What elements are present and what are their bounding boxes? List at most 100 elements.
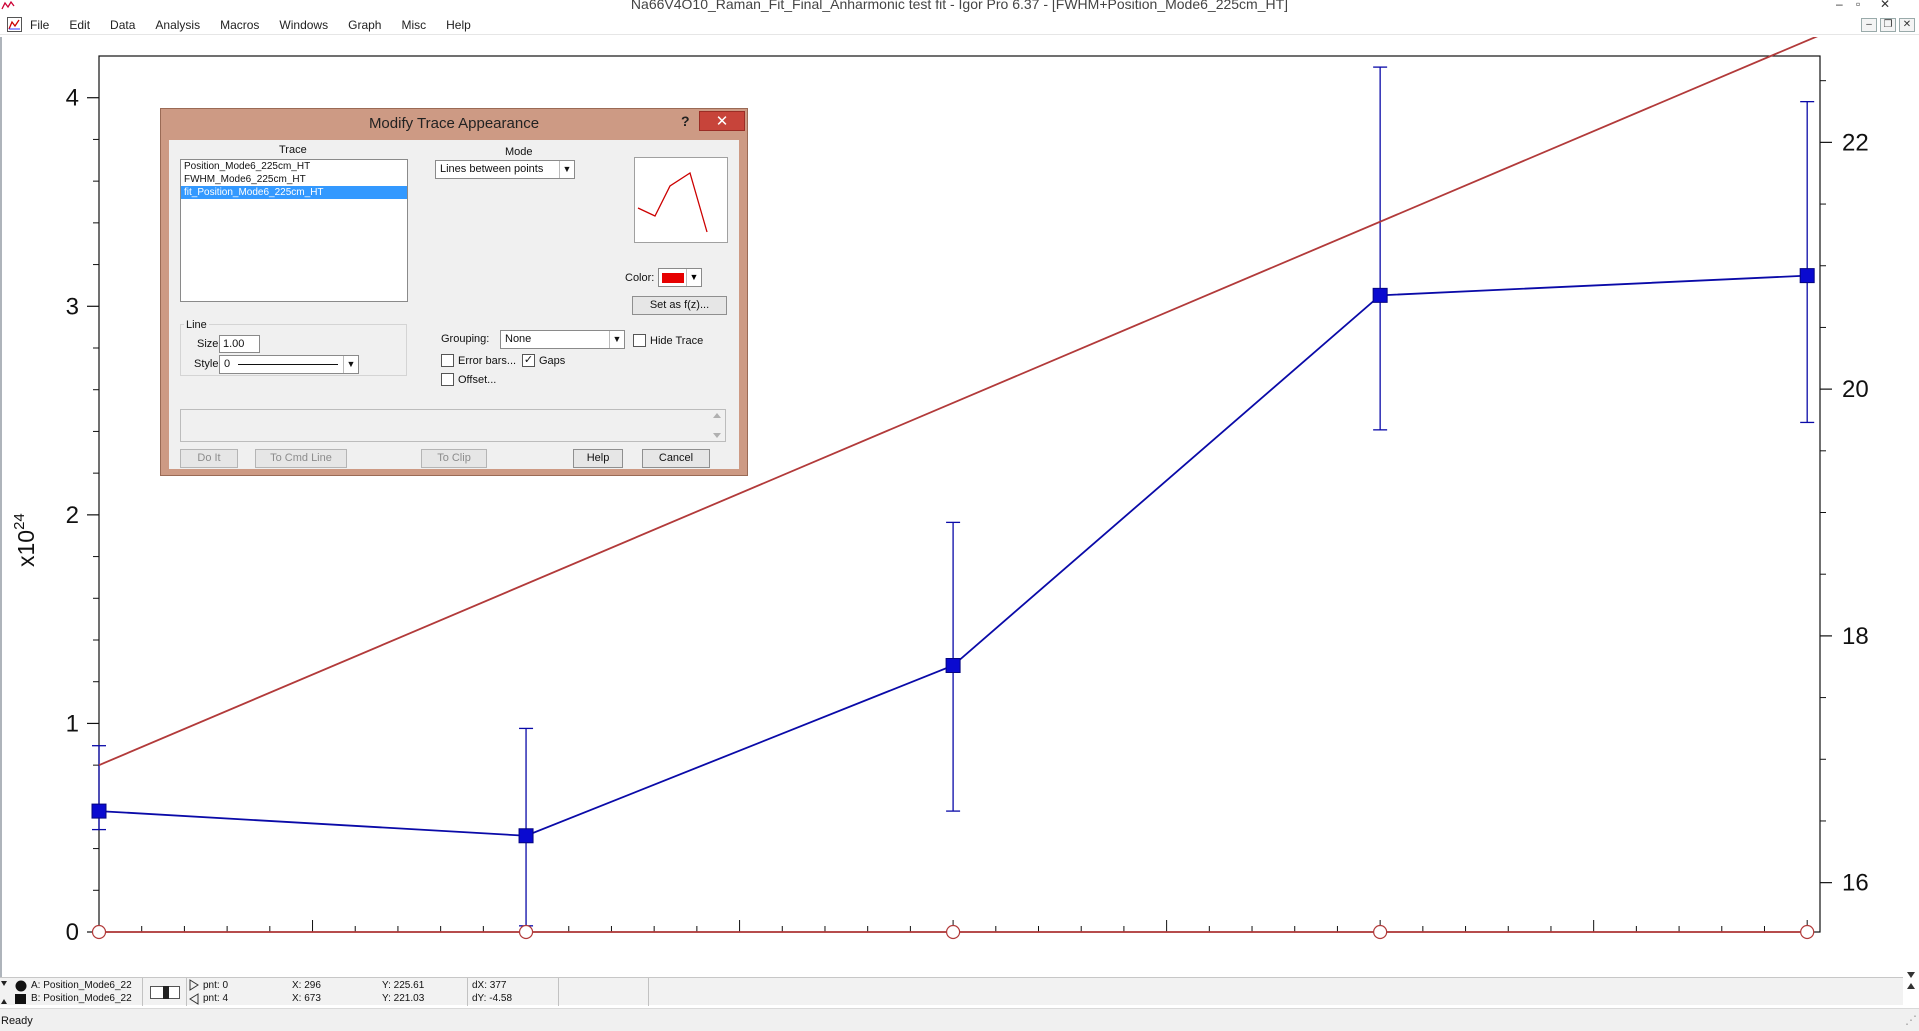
color-picker[interactable]: ▼ [658,268,702,287]
divider [648,978,649,1006]
dialog-body: Trace Position_Mode6_225cm_HT FWHM_Mode6… [169,140,739,469]
line-style-dropdown[interactable]: 0 ▼ [219,355,359,374]
trace-item[interactable]: FWHM_Mode6_225cm_HT [181,173,407,186]
menu-edit[interactable]: Edit [69,18,90,32]
size-label: Size: [197,338,222,350]
cursor-arrows-icon [189,979,199,1005]
graph-window-icon[interactable] [7,17,22,32]
cursor-a-point: pnt: 0 [203,980,229,991]
set-as-fz-button[interactable]: Set as f(z)... [632,296,727,315]
line-size-input[interactable]: 1.00 [219,335,260,353]
menu-misc[interactable]: Misc [401,18,426,32]
offset-checkbox[interactable] [441,373,454,386]
chevron-down-icon: ▼ [686,269,701,286]
line-preview-icon [637,171,708,233]
minimize-icon[interactable]: – [1836,0,1843,11]
cursor-slider[interactable] [150,986,180,999]
menu-windows[interactable]: Windows [279,18,328,32]
left-axis-tick-label: 4 [66,85,79,112]
cursor-b-y: Y: 221.03 [382,993,425,1004]
mdi-controls: – ❐ ✕ [1861,18,1915,32]
dialog-title: Modify Trace Appearance [368,115,540,132]
igor-pro-window: Na66V4O10_Raman_Fit_Final_Anharmonic tes… [0,0,1919,1031]
cursor-a-label[interactable]: A: Position_Mode6_22 [31,980,132,991]
vertical-scroll-strip[interactable] [1903,37,1919,992]
grouping-dropdown[interactable]: None ▼ [500,330,625,349]
menu-bar: File Edit Data Analysis Macros Windows G… [0,15,1919,35]
menu-help[interactable]: Help [446,18,471,32]
to-cmd-line-button[interactable]: To Cmd Line [255,449,347,468]
line-style-value: 0 [224,358,231,370]
close-icon[interactable]: ✕ [1880,0,1890,11]
mode-dropdown[interactable]: Lines between points ▼ [435,160,575,179]
trace-list[interactable]: Position_Mode6_225cm_HT FWHM_Mode6_225cm… [180,159,408,302]
mdi-minimize-icon[interactable]: – [1861,18,1877,32]
cursor-a-x: X: 296 [292,980,321,991]
grouping-value: None [505,333,532,345]
color-label: Color: [625,272,655,284]
data-point-marker [1372,287,1388,303]
hide-trace-label: Hide Trace [650,335,704,347]
to-clip-button[interactable]: To Clip [421,449,487,468]
right-axis-tick-label: 18 [1842,623,1869,650]
trace-item[interactable]: Position_Mode6_225cm_HT [181,160,407,173]
menu-file[interactable]: File [30,18,49,32]
scroll-arrows-icon [713,413,721,438]
menu-analysis[interactable]: Analysis [155,18,200,32]
command-preview-area[interactable] [180,409,726,442]
right-axis-tick-label: 22 [1842,129,1869,156]
data-point-marker [945,924,961,940]
error-bars-checkbox[interactable] [441,354,454,367]
cursor-b-point: pnt: 4 [203,993,229,1004]
cursor-b-x: X: 673 [292,993,321,1004]
data-point-marker [91,803,107,819]
data-point-marker [518,924,534,940]
hide-trace-checkbox[interactable] [633,334,646,347]
status-bar: Ready ⋰ [0,1008,1919,1031]
maximize-icon[interactable]: ▫ [1856,0,1860,11]
divider [142,978,143,1006]
resize-grip-icon[interactable]: ⋰ [1905,1013,1917,1027]
left-axis-tick-label: 0 [66,919,79,946]
left-axis-tick-label: 1 [66,710,79,737]
data-point-marker [1799,268,1815,284]
data-point-marker [1373,924,1388,940]
style-label: Style: [194,358,222,370]
data-point-marker [518,828,534,844]
help-button[interactable]: Help [573,449,623,468]
data-point-marker [91,924,107,940]
slider-thumb [163,986,169,999]
scroll-arrows-icon [1907,972,1915,989]
trace-label: Trace [279,144,307,156]
mode-label: Mode [505,146,533,158]
right-axis-tick-label: 16 [1842,870,1869,897]
cursor-a-y: Y: 225.61 [382,980,425,991]
graph-info-panel: A: Position_Mode6_22 B: Position_Mode6_2… [0,977,1903,1006]
color-swatch [662,273,684,283]
menu-data[interactable]: Data [110,18,135,32]
data-point-marker [945,657,961,673]
line-group-label: Line [184,319,209,331]
grouping-label: Grouping: [441,333,490,345]
trace-item-selected[interactable]: fit_Position_Mode6_225cm_HT [181,186,407,199]
chevron-down-icon: ▼ [609,331,624,348]
gaps-label: Gaps [539,355,566,367]
left-axis-exponent-label: x1024 [11,513,39,567]
data-point-marker [1800,924,1815,940]
gaps-checkbox[interactable]: ✓ [522,354,535,367]
menu-graph[interactable]: Graph [348,18,381,32]
cursor-b-label[interactable]: B: Position_Mode6_22 [31,993,132,1004]
do-it-button[interactable]: Do It [180,449,238,468]
mdi-close-icon[interactable]: ✕ [1899,18,1915,32]
dialog-help-icon[interactable]: ? [681,113,690,129]
cancel-button[interactable]: Cancel [642,449,710,468]
delta-x: dX: 377 [472,980,507,991]
menu-macros[interactable]: Macros [220,18,259,32]
trace-preview [634,157,728,243]
mdi-restore-icon[interactable]: ❐ [1880,18,1896,32]
cursor-markers-icon [1,980,27,1004]
mode-value: Lines between points [440,163,544,175]
delta-y: dY: -4.58 [472,993,513,1004]
title-bar: Na66V4O10_Raman_Fit_Final_Anharmonic tes… [0,0,1919,13]
dialog-close-button[interactable]: ✕ [699,111,745,131]
